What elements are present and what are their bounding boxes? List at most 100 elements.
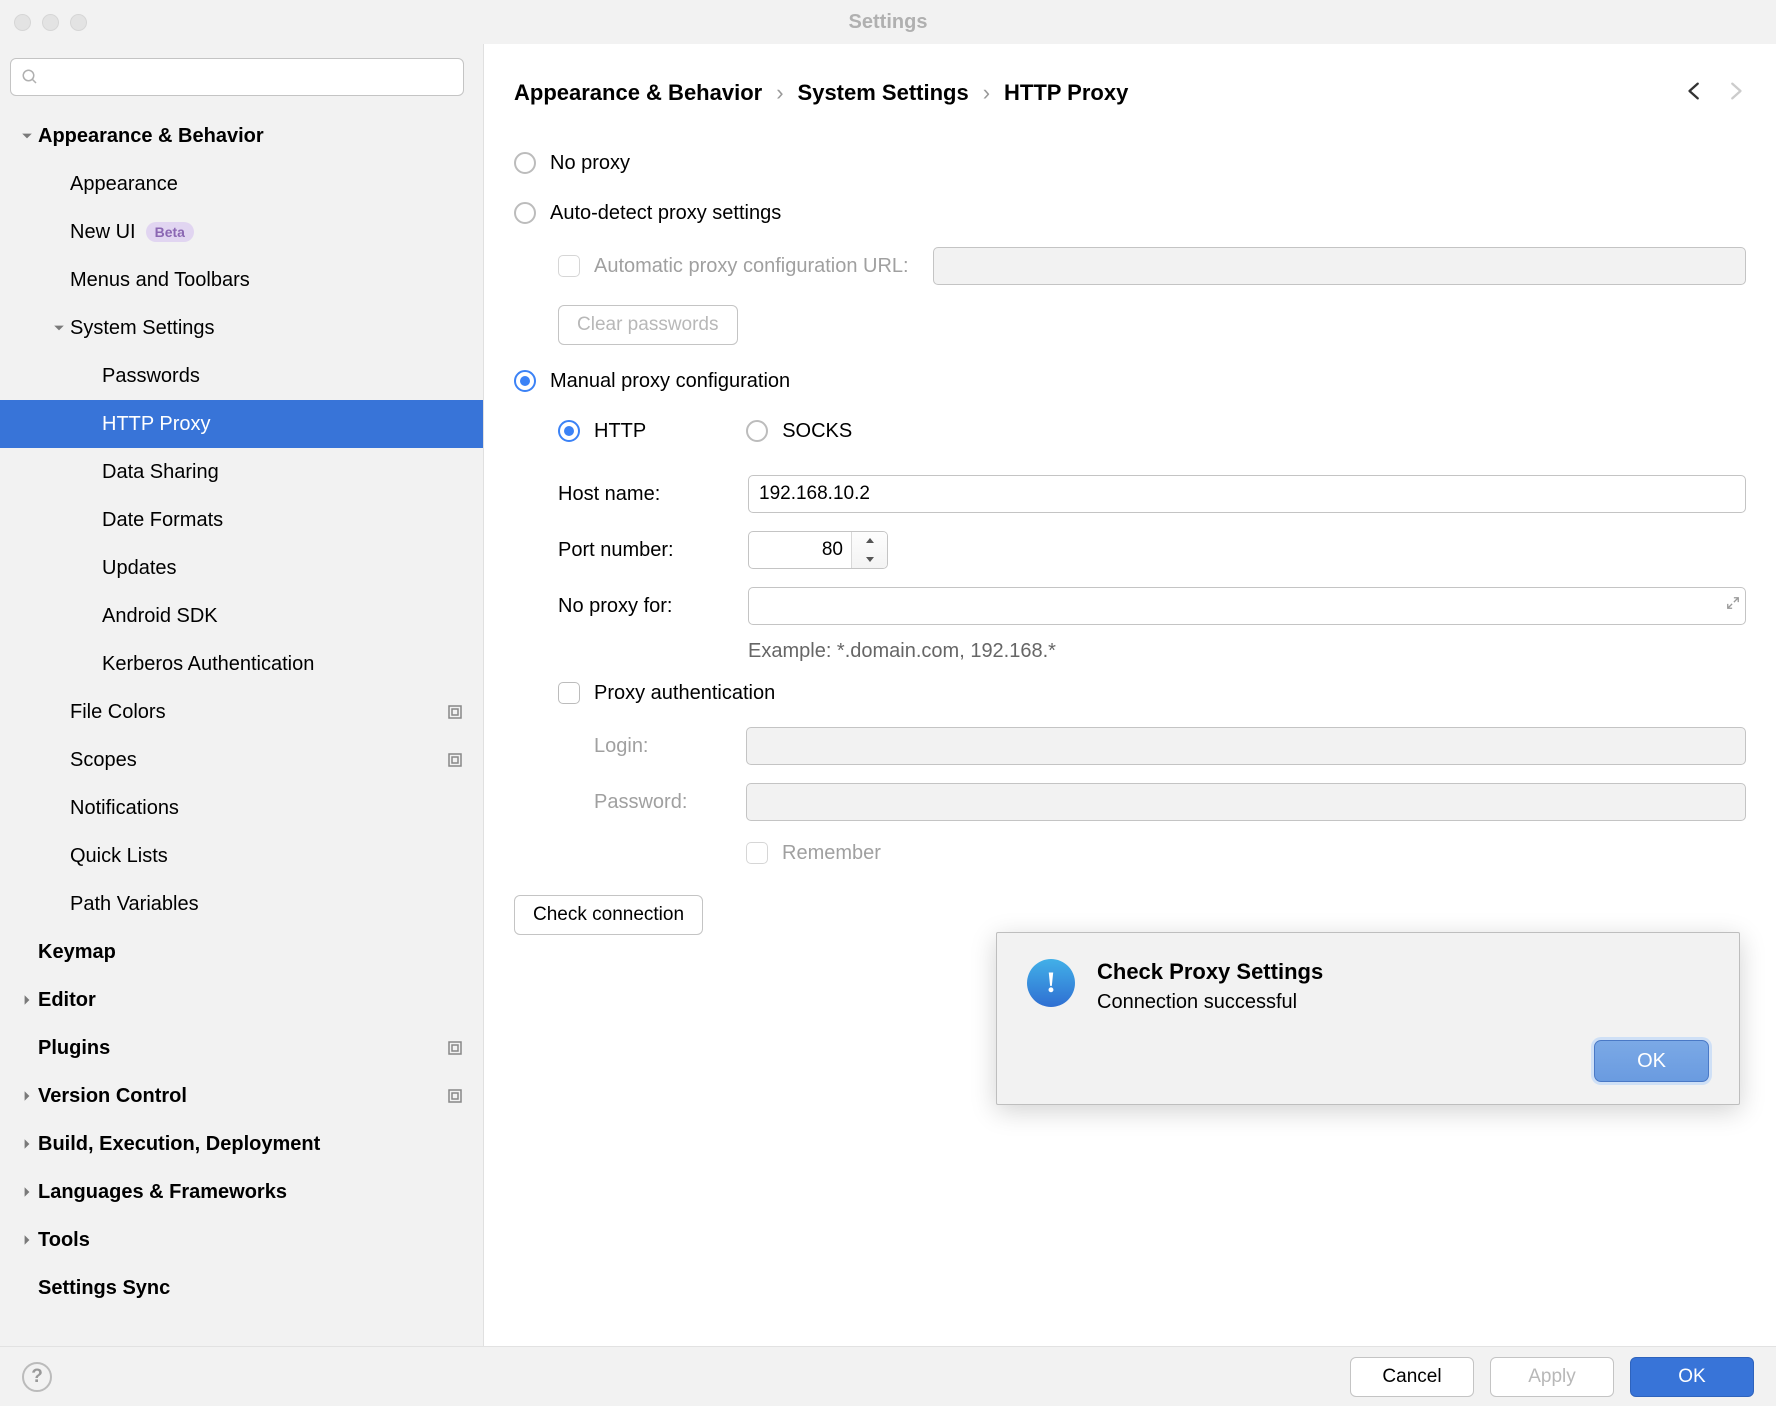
sidebar-item-system-settings[interactable]: System Settings xyxy=(0,304,483,352)
sidebar-item-label: Quick Lists xyxy=(70,845,168,868)
sidebar-item-label: Updates xyxy=(102,557,177,580)
radio-socks[interactable] xyxy=(746,420,768,442)
sidebar-item-updates[interactable]: Updates xyxy=(0,544,483,592)
info-icon: ! xyxy=(1027,959,1075,1007)
sidebar-item-keymap[interactable]: Keymap xyxy=(0,928,483,976)
radio-label: No proxy xyxy=(550,152,630,175)
sidebar-item-label: Build, Execution, Deployment xyxy=(38,1133,320,1156)
chevron-right-icon[interactable] xyxy=(16,1138,38,1150)
proxy-type-row: HTTP SOCKS xyxy=(514,406,1746,456)
sidebar-item-plugins[interactable]: Plugins xyxy=(0,1024,483,1072)
sidebar-item-label: Editor xyxy=(38,989,96,1012)
sidebar-item-passwords[interactable]: Passwords xyxy=(0,352,483,400)
remember-label: Remember xyxy=(782,842,881,865)
proxy-auth-row[interactable]: Proxy authentication xyxy=(514,668,1746,718)
main-panel: Appearance & Behavior › System Settings … xyxy=(484,44,1776,1346)
sidebar-item-label: Kerberos Authentication xyxy=(102,653,314,676)
sidebar-item-menus-and-toolbars[interactable]: Menus and Toolbars xyxy=(0,256,483,304)
sidebar-item-tools[interactable]: Tools xyxy=(0,1216,483,1264)
settings-tree: Appearance & Behavior AppearanceNew UIBet… xyxy=(0,106,483,1346)
traffic-zoom[interactable] xyxy=(70,14,87,31)
expand-icon[interactable] xyxy=(1726,593,1740,616)
sidebar-item-label: Notifications xyxy=(70,797,179,820)
sidebar-item-data-sharing[interactable]: Data Sharing xyxy=(0,448,483,496)
sidebar-item-android-sdk[interactable]: Android SDK xyxy=(0,592,483,640)
breadcrumb-b[interactable]: System Settings xyxy=(798,80,969,106)
stepper-down-icon[interactable] xyxy=(852,550,887,568)
sidebar-item-kerberos-authentication[interactable]: Kerberos Authentication xyxy=(0,640,483,688)
radio-socks-label: SOCKS xyxy=(782,420,852,443)
search-input[interactable] xyxy=(10,58,464,96)
traffic-close[interactable] xyxy=(14,14,31,31)
sidebar-item-label: Languages & Frameworks xyxy=(38,1181,287,1204)
sidebar-item-appearance-behavior[interactable]: Appearance & Behavior xyxy=(0,112,483,160)
window-title: Settings xyxy=(849,11,928,34)
traffic-minimize[interactable] xyxy=(42,14,59,31)
radio-manual[interactable]: Manual proxy configuration xyxy=(514,356,1746,406)
sidebar-item-new-ui[interactable]: New UIBeta xyxy=(0,208,483,256)
sidebar-item-label: HTTP Proxy xyxy=(102,413,211,436)
sidebar-item-label: Version Control xyxy=(38,1085,187,1108)
sidebar-item-label: Date Formats xyxy=(102,509,223,532)
sidebar-item-label: Android SDK xyxy=(102,605,218,628)
chevron-down-icon[interactable] xyxy=(16,130,38,142)
project-settings-icon xyxy=(443,1040,467,1056)
radio-http[interactable] xyxy=(558,420,580,442)
breadcrumb-a[interactable]: Appearance & Behavior xyxy=(514,80,762,106)
dialog-ok-button[interactable]: OK xyxy=(1594,1040,1709,1082)
chevron-right-icon[interactable] xyxy=(16,1234,38,1246)
sidebar-item-scopes[interactable]: Scopes xyxy=(0,736,483,784)
sidebar-item-label: Appearance & Behavior xyxy=(38,125,264,148)
chevron-right-icon: › xyxy=(776,80,783,106)
sidebar-item-date-formats[interactable]: Date Formats xyxy=(0,496,483,544)
chevron-right-icon[interactable] xyxy=(16,1090,38,1102)
dialog-message: Connection successful xyxy=(1097,991,1323,1014)
project-settings-icon xyxy=(443,704,467,720)
chevron-right-icon[interactable] xyxy=(16,1186,38,1198)
pac-url-row: Automatic proxy configuration URL: xyxy=(514,238,1746,294)
sidebar-item-path-variables[interactable]: Path Variables xyxy=(0,880,483,928)
password-input xyxy=(746,783,1746,821)
sidebar-item-http-proxy[interactable]: HTTP Proxy xyxy=(0,400,483,448)
no-proxy-example: Example: *.domain.com, 192.168.* xyxy=(748,640,1056,663)
host-name-input[interactable] xyxy=(748,475,1746,513)
sidebar-item-appearance[interactable]: Appearance xyxy=(0,160,483,208)
stepper-up-icon[interactable] xyxy=(852,532,887,550)
proxy-auth-label: Proxy authentication xyxy=(594,682,775,705)
sidebar-item-build-execution-deployment[interactable]: Build, Execution, Deployment xyxy=(0,1120,483,1168)
search-icon xyxy=(21,68,39,86)
port-number-stepper[interactable] xyxy=(748,531,888,569)
nav-back-icon[interactable] xyxy=(1684,80,1706,108)
radio-no-proxy[interactable]: No proxy xyxy=(514,138,1746,188)
stepper-buttons[interactable] xyxy=(851,532,887,568)
radio-label: Auto-detect proxy settings xyxy=(550,202,781,225)
sidebar-item-version-control[interactable]: Version Control xyxy=(0,1072,483,1120)
sidebar-item-label: System Settings xyxy=(70,317,215,340)
sidebar-item-editor[interactable]: Editor xyxy=(0,976,483,1024)
project-settings-icon xyxy=(443,1088,467,1104)
chevron-down-icon[interactable] xyxy=(48,322,70,334)
chevron-right-icon[interactable] xyxy=(16,994,38,1006)
no-proxy-for-input[interactable] xyxy=(748,587,1746,625)
sidebar-item-file-colors[interactable]: File Colors xyxy=(0,688,483,736)
radio-icon xyxy=(514,202,536,224)
help-icon[interactable]: ? xyxy=(22,1362,52,1392)
radio-auto-detect[interactable]: Auto-detect proxy settings xyxy=(514,188,1746,238)
check-connection-button[interactable]: Check connection xyxy=(514,895,703,935)
sidebar-item-quick-lists[interactable]: Quick Lists xyxy=(0,832,483,880)
login-input xyxy=(746,727,1746,765)
sidebar: Appearance & Behavior AppearanceNew UIBet… xyxy=(0,44,484,1346)
ok-button[interactable]: OK xyxy=(1630,1357,1754,1397)
search-field[interactable] xyxy=(45,67,453,87)
cancel-button[interactable]: Cancel xyxy=(1350,1357,1474,1397)
no-proxy-for-label: No proxy for: xyxy=(558,595,748,618)
sidebar-item-languages-frameworks[interactable]: Languages & Frameworks xyxy=(0,1168,483,1216)
radio-icon xyxy=(514,152,536,174)
clear-passwords-button[interactable]: Clear passwords xyxy=(558,305,738,345)
checkbox-proxy-auth[interactable] xyxy=(558,682,580,704)
sidebar-item-label: File Colors xyxy=(70,701,166,724)
apply-button[interactable]: Apply xyxy=(1490,1357,1614,1397)
sidebar-item-label: Passwords xyxy=(102,365,200,388)
sidebar-item-settings-sync[interactable]: Settings Sync xyxy=(0,1264,483,1312)
sidebar-item-notifications[interactable]: Notifications xyxy=(0,784,483,832)
